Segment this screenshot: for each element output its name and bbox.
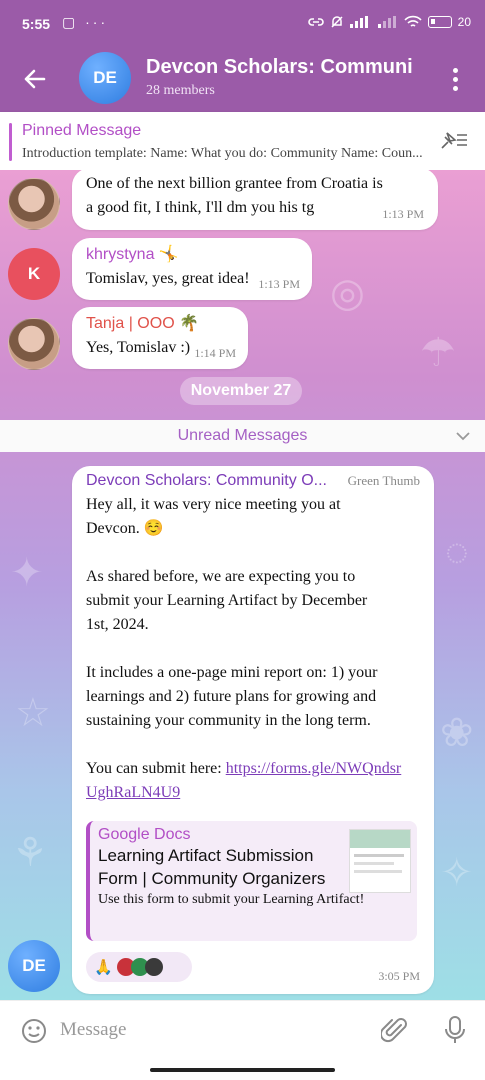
preview-description: Use this form to submit your Learning Ar… <box>98 892 365 907</box>
signal-weak-icon <box>377 16 396 28</box>
smiley-icon <box>22 1019 46 1043</box>
message-input[interactable] <box>60 1013 360 1047</box>
member-count: 28 members <box>146 83 215 98</box>
thumb-line <box>354 870 402 873</box>
wallpaper-doodle: ☆ <box>15 691 51 735</box>
pinned-text: Introduction template: Name: What you do… <box>22 146 423 161</box>
wifi-icon <box>404 15 422 27</box>
sender-tag: Green Thumb <box>347 473 420 488</box>
attach-button[interactable] <box>379 1015 409 1045</box>
pinned-accent-bar <box>9 123 12 161</box>
sender-avatar[interactable]: DE <box>8 940 60 992</box>
wallpaper-doodle: ☂ <box>420 331 456 375</box>
system-icons: 20 <box>307 15 471 29</box>
message-paragraph: As shared before, we are expecting you t… <box>86 568 368 633</box>
chat-title[interactable]: Devcon Scholars: Communi <box>146 56 428 79</box>
more-options-button[interactable] <box>445 62 465 96</box>
reactor-avatar <box>144 958 163 976</box>
group-avatar[interactable]: DE <box>79 52 131 104</box>
wallpaper-doodle: ◎ <box>330 271 365 315</box>
chat-header: DE Devcon Scholars: Communi 28 members <box>0 46 485 112</box>
reactions-bar[interactable]: 🙏 <box>86 952 192 982</box>
message-time: 1:14 PM <box>194 346 236 360</box>
user-avatar[interactable] <box>8 318 60 370</box>
user-avatar[interactable] <box>8 178 60 230</box>
navigation-bar <box>0 1058 485 1080</box>
signal-icon <box>349 16 368 28</box>
preview-thumbnail <box>349 829 411 893</box>
status-bar: 5:55 ▢ ··· 20 <box>0 0 485 46</box>
status-time: 5:55 <box>22 16 51 32</box>
more-dot-icon <box>452 67 458 73</box>
wallpaper-doodle: ✧ <box>440 851 474 895</box>
wallpaper-doodle: ❀ <box>440 711 474 755</box>
chevron-down-icon[interactable] <box>455 428 471 444</box>
more-dot-icon <box>452 76 458 82</box>
preview-title: Learning Artifact Submission Form | Comm… <box>98 846 326 888</box>
wallpaper-doodle: ◌ <box>445 530 469 574</box>
mute-icon <box>331 16 343 28</box>
wallpaper-doodle: ⚘ <box>12 831 48 875</box>
unread-messages-bar: Unread Messages <box>0 420 485 452</box>
message-bubble[interactable]: Tanja | OOO 🌴 Yes, Tomislav :) 1:14 PM <box>72 307 248 369</box>
user-avatar[interactable]: K <box>8 248 60 300</box>
pin-list-button[interactable] <box>439 128 469 152</box>
submit-line: You can submit here: https://forms.gle/N… <box>86 757 406 805</box>
message-sender[interactable]: Tanja | OOO 🌴 <box>86 313 234 333</box>
thumb-line <box>354 862 394 865</box>
voice-button[interactable] <box>443 1015 467 1045</box>
back-button[interactable] <box>18 62 52 96</box>
wallpaper-doodle: ✦ <box>10 551 44 595</box>
emoji-button[interactable] <box>20 1017 48 1045</box>
message-bubble[interactable]: One of the next billion grantee from Cro… <box>72 170 438 230</box>
sender-name[interactable]: Devcon Scholars: Community O... <box>86 472 327 490</box>
message-sender: Devcon Scholars: Community O... Green Th… <box>86 472 420 490</box>
arrow-left-icon <box>24 69 46 89</box>
message-bubble[interactable]: khrystyna 🤸 Tomislav, yes, great idea! 1… <box>72 238 312 300</box>
notification-icons: ▢ ··· <box>62 14 109 30</box>
message-text: One of the next billion grantee from Cro… <box>86 175 383 216</box>
pin-list-icon <box>441 132 467 149</box>
message-time: 3:05 PM <box>378 969 420 983</box>
link-icon <box>307 18 324 26</box>
more-dot-icon <box>452 85 458 91</box>
thumb-line <box>354 854 404 857</box>
reaction-emoji[interactable]: 🙏 <box>94 958 113 976</box>
message-composer <box>0 1000 485 1058</box>
message-paragraph: Hey all, it was very nice meeting you at… <box>86 496 341 537</box>
message-bubble[interactable]: Devcon Scholars: Community O... Green Th… <box>72 466 434 994</box>
unread-label: Unread Messages <box>177 427 308 444</box>
microphone-icon <box>445 1016 465 1043</box>
submit-prefix: You can submit here: <box>86 760 226 777</box>
battery-level: 20 <box>457 15 471 29</box>
date-separator: November 27 <box>180 377 302 405</box>
message-time: 1:13 PM <box>382 207 424 221</box>
pinned-message-bar[interactable]: Pinned Message Introduction template: Na… <box>0 112 485 170</box>
home-indicator[interactable] <box>150 1068 335 1072</box>
link-preview[interactable]: Google Docs Learning Artifact Submission… <box>86 821 417 941</box>
battery-icon <box>427 16 452 28</box>
message-paragraph: It includes a one-page mini report on: 1… <box>86 664 378 729</box>
chat-area[interactable]: ✿ ◎ ☂ ✦ ◌ ☆ ❀ ⚘ ✧ One of the next billio… <box>0 170 485 1000</box>
thumb-band <box>350 830 410 848</box>
message-time: 1:13 PM <box>258 277 300 291</box>
message-sender[interactable]: khrystyna 🤸 <box>86 244 298 264</box>
paperclip-icon <box>379 1018 407 1043</box>
pinned-label: Pinned Message <box>22 122 142 139</box>
